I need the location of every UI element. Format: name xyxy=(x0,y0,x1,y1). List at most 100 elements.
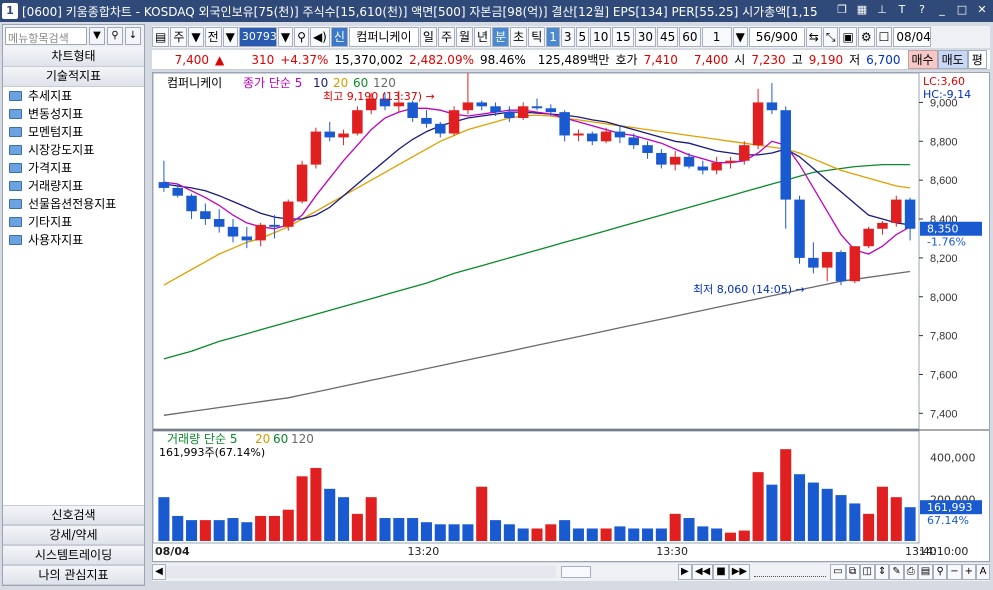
left-bottom-button[interactable]: 나의 관심지표 xyxy=(3,565,144,585)
print-icon[interactable]: ⎙ xyxy=(903,564,918,580)
zoom-out-icon[interactable]: − xyxy=(947,564,962,580)
speaker-icon[interactable]: ◀) xyxy=(309,27,330,47)
interval-button[interactable]: 60 xyxy=(679,27,701,47)
signal-button[interactable]: 신 xyxy=(330,27,348,47)
down-arrow-icon[interactable]: ↓ xyxy=(125,27,141,45)
zoom-search-icon[interactable]: ⚲ xyxy=(933,564,948,580)
date-checkbox[interactable]: ☐ xyxy=(875,27,893,47)
draw-icon[interactable]: ✎ xyxy=(889,564,904,580)
period-dropdown-icon[interactable]: ▼ xyxy=(188,27,204,47)
unit-button[interactable]: 초 xyxy=(510,27,528,47)
tree-item[interactable]: 가격지표 xyxy=(3,159,144,177)
menu-search-input[interactable]: 메뉴항목검색 xyxy=(5,27,87,45)
volume-last-label: 161,993 xyxy=(927,501,973,514)
dropdown-icon[interactable]: ▼ xyxy=(89,27,105,45)
layout-icon[interactable]: ▭ xyxy=(830,564,846,580)
x-tick-label: 08/04 xyxy=(155,545,190,558)
buy-button[interactable]: 매수 xyxy=(907,50,938,69)
interval-button[interactable]: 15 xyxy=(612,27,634,47)
unit-button[interactable]: 월 xyxy=(456,27,474,47)
range-toggle-icon[interactable]: ⇆ xyxy=(805,27,822,47)
unit-button[interactable]: 주 xyxy=(437,27,455,47)
interval-button[interactable]: 1 xyxy=(546,27,560,47)
stop-icon[interactable]: ■ xyxy=(713,564,729,580)
pin-icon[interactable]: ⊥ xyxy=(873,2,891,19)
close-icon[interactable]: ✕ xyxy=(973,2,991,19)
left-bottom-button[interactable]: 강세/약세 xyxy=(3,525,144,545)
candle xyxy=(296,164,308,202)
speed-slider[interactable] xyxy=(754,567,827,577)
resize-icon[interactable]: ⇕ xyxy=(874,564,890,580)
chart-area[interactable]: 9,000 8,800 8,600 8,400 8,200 8,000 7,800 7,600… xyxy=(152,72,990,562)
search-icon[interactable]: ⚲ xyxy=(107,27,123,45)
forward-icon[interactable]: ▶▶ xyxy=(728,564,751,580)
measure-icon[interactable]: A xyxy=(976,564,990,580)
tree-item[interactable]: 거래량지표 xyxy=(3,177,144,195)
volume-bar xyxy=(780,449,792,541)
save-icon[interactable]: ▣ xyxy=(839,27,857,47)
chart-list-icon[interactable]: ▤ xyxy=(152,27,170,47)
save-image-icon[interactable]: ▤ xyxy=(917,564,934,580)
tree-item[interactable]: 선물옵션전용지표 xyxy=(3,195,144,213)
candlestick-chart[interactable]: 9,0008,8008,6008,4008,2008,0007,8007,600… xyxy=(153,73,989,561)
interval-button[interactable]: 30 xyxy=(634,27,656,47)
scroll-thumb[interactable] xyxy=(561,566,591,578)
left-bottom-button[interactable]: 신호검색 xyxy=(3,505,144,525)
zoom-in-icon[interactable]: + xyxy=(961,564,976,580)
range-display: 56/900 xyxy=(748,27,805,47)
search-icon[interactable]: ⚲ xyxy=(294,27,309,47)
max-annotation: 최고 9,190 (13:37) → xyxy=(323,90,435,103)
date-input[interactable]: 08/04 xyxy=(893,27,932,47)
period-select[interactable]: 주 xyxy=(170,27,188,47)
grid-icon[interactable]: ▦ xyxy=(853,2,871,19)
avg-button[interactable]: 평 xyxy=(967,50,987,69)
copy-icon[interactable]: ⧉ xyxy=(845,564,860,580)
code-dropdown-icon[interactable]: ▼ xyxy=(277,27,294,47)
count-dropdown-icon[interactable]: ▼ xyxy=(732,27,748,47)
settings-icon[interactable]: ⚙ xyxy=(857,27,875,47)
ma-legend-period: 120 xyxy=(373,76,396,90)
zoom-icon[interactable]: ⤡ xyxy=(822,27,839,47)
tree-item[interactable]: 사용자지표 xyxy=(3,231,144,249)
help-icon[interactable]: ? xyxy=(913,2,931,19)
minimize-icon[interactable]: _ xyxy=(933,2,951,19)
interval-button[interactable]: 10 xyxy=(590,27,612,47)
candle xyxy=(821,252,833,268)
sell-button[interactable]: 매도 xyxy=(937,50,968,69)
prev-button[interactable]: 전 xyxy=(204,27,222,47)
tree-item[interactable]: 변동성지표 xyxy=(3,105,144,123)
scroll-left-icon[interactable]: ◀ xyxy=(152,564,166,580)
stock-name-field[interactable]: 컴퍼니케이 xyxy=(348,27,419,47)
volume-bar xyxy=(158,497,170,541)
volume-bar xyxy=(711,528,723,541)
maximize-icon[interactable]: □ xyxy=(953,2,971,19)
unit-button[interactable]: 틱 xyxy=(528,27,546,47)
tree-item[interactable]: 추세지표 xyxy=(3,87,144,105)
tree-item[interactable]: 시장강도지표 xyxy=(3,141,144,159)
unit-button[interactable]: 일 xyxy=(419,27,437,47)
candle xyxy=(780,110,791,200)
chart-scrollbar[interactable]: ◀ ▶ ◀◀ ■ ▶▶ ▭ ⧉ ◫ ⇕ ✎ ⎙ ▤ ⚲ − + A xyxy=(152,563,990,581)
interval-button[interactable]: 5 xyxy=(575,27,590,47)
scroll-track[interactable] xyxy=(166,566,591,578)
rewind-icon[interactable]: ◀◀ xyxy=(691,564,714,580)
chart-type-button[interactable]: 차트형태 xyxy=(3,47,144,67)
candle xyxy=(683,156,695,167)
split-icon[interactable]: ◫ xyxy=(859,564,875,580)
unit-button[interactable]: 년 xyxy=(474,27,492,47)
tree-item[interactable]: 모멘텀지표 xyxy=(3,123,144,141)
stock-code-input[interactable]: 307930 xyxy=(238,27,284,47)
unit-button[interactable]: 분 xyxy=(492,27,510,47)
interval-button[interactable]: 3 xyxy=(560,27,575,47)
tree-item[interactable]: 기타지표 xyxy=(3,213,144,231)
interval-button[interactable]: 45 xyxy=(657,27,679,47)
dropdown-icon[interactable]: ▼ xyxy=(222,27,238,47)
font-icon[interactable]: T xyxy=(893,2,911,19)
count-select[interactable]: 1 xyxy=(701,27,732,47)
volume-bar xyxy=(186,520,198,541)
play-icon[interactable]: ▶ xyxy=(677,564,692,580)
restore-icon[interactable]: ❐ xyxy=(833,2,851,19)
left-bottom-button[interactable]: 시스템트레이딩 xyxy=(3,545,144,565)
candle xyxy=(835,252,847,282)
tech-indicator-header[interactable]: 기술적지표 xyxy=(3,67,144,87)
